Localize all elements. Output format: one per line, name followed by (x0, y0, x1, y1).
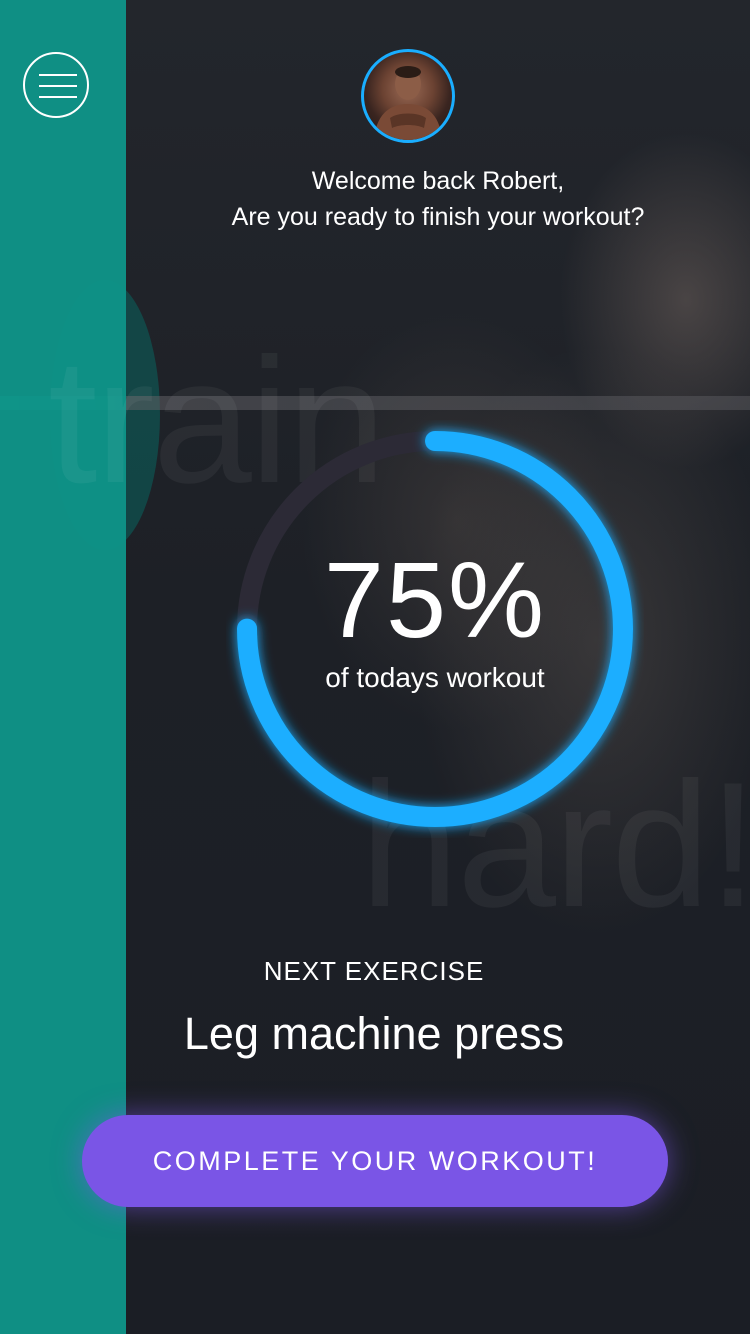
welcome-question: Are you ready to finish your workout? (231, 203, 645, 231)
complete-workout-button[interactable]: COMPLETE YOUR WORKOUT! (82, 1115, 668, 1207)
avatar-photo (374, 66, 442, 140)
progress-label: of todays workout (325, 662, 545, 693)
welcome-greeting: Welcome back Robert, (311, 167, 565, 195)
avatar[interactable] (361, 49, 455, 143)
complete-workout-label: COMPLETE YOUR WORKOUT! (152, 1145, 598, 1176)
menu-line (39, 74, 77, 76)
next-exercise-name: Leg machine press (183, 1008, 565, 1059)
next-exercise-label: NEXT EXERCISE (263, 956, 485, 986)
hamburger-menu-icon[interactable] (23, 52, 89, 118)
menu-line (39, 85, 77, 87)
progress-percent: 75% (323, 539, 547, 660)
menu-line (39, 96, 77, 98)
workout-dashboard-screen: train hard! Welcome back Robert, Are you… (0, 0, 750, 1334)
